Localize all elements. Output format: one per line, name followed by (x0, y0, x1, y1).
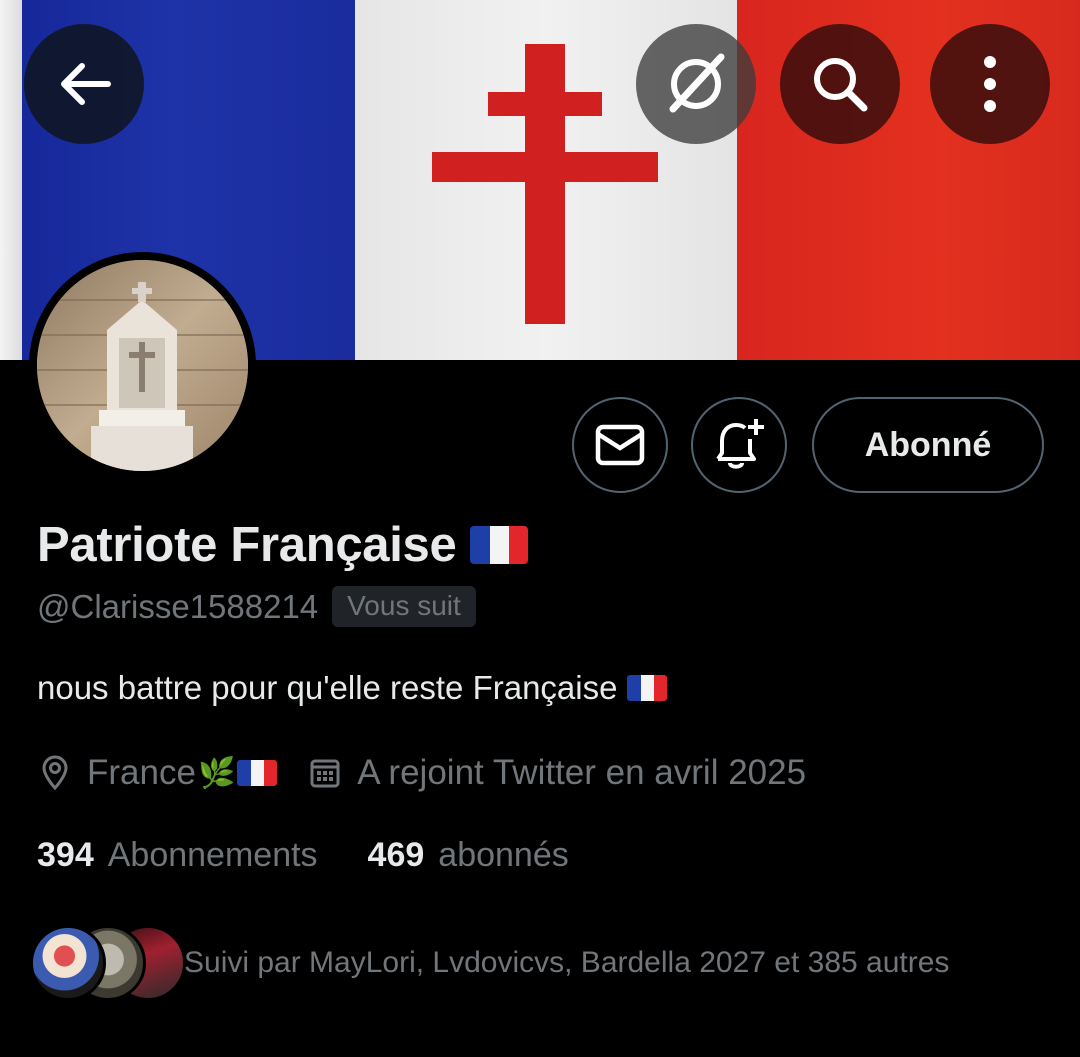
avatar-image (37, 260, 248, 471)
following-label: Abonnements (107, 836, 318, 874)
bell-plus-icon (716, 419, 764, 469)
grok-button[interactable] (636, 24, 756, 144)
following-count: 394 (37, 836, 94, 874)
display-name: Patriote Française (37, 518, 457, 572)
bio-text: nous battre pour qu'elle reste Française (37, 669, 618, 706)
handle-row: @Clarisse1588214 Vous suit (37, 586, 476, 627)
profile-avatar[interactable] (29, 252, 256, 479)
search-icon (814, 58, 868, 112)
followers-label: abonnés (438, 836, 569, 874)
joined-text: A rejoint Twitter en avril 2025 (357, 753, 807, 792)
lorraine-cross-vertical (525, 44, 565, 324)
message-button[interactable] (572, 397, 668, 493)
location-pin-icon (37, 752, 73, 794)
joined-item: A rejoint Twitter en avril 2025 (307, 752, 806, 794)
followers-count: 469 (367, 836, 425, 874)
followers-stat[interactable]: 469 abonnés (368, 836, 569, 875)
leaf-emoji: 🌿 (197, 756, 236, 790)
user-handle: @Clarisse1588214 (37, 587, 319, 625)
back-button[interactable] (24, 24, 144, 144)
follows-you-badge: Vous suit (332, 586, 476, 627)
french-flag-emoji (470, 526, 529, 564)
banner-edge (0, 0, 22, 360)
profile-bio: nous battre pour qu'elle reste Française (37, 669, 668, 707)
following-stat[interactable]: 394 Abonnements (37, 836, 318, 875)
follow-stats: 394 Abonnements 469 abonnés (37, 836, 569, 875)
lorraine-cross-bottom-bar (432, 152, 658, 182)
followed-by-avatars (30, 925, 186, 1001)
location-item: France 🌿 (37, 752, 278, 794)
name-row: Patriote Française (37, 517, 529, 573)
arrow-left-icon (61, 63, 111, 105)
search-button[interactable] (780, 24, 900, 144)
following-button[interactable]: Abonné (812, 397, 1044, 493)
grok-icon (669, 53, 725, 113)
french-flag-emoji (627, 675, 668, 701)
avatar (30, 925, 106, 1001)
french-flag-emoji (237, 760, 278, 786)
location-text: France (87, 753, 196, 792)
lorraine-cross-top-bar (488, 92, 602, 116)
more-vertical-icon (984, 56, 996, 112)
followed-by-text: Suivi par MayLori, Lvdovicvs, Bardella 2… (184, 946, 950, 979)
more-options-button[interactable] (930, 24, 1050, 144)
mail-icon (595, 424, 645, 466)
profile-meta: France 🌿 A rejoint Twitter en avril 2025 (37, 752, 806, 794)
notifications-button[interactable] (691, 397, 787, 493)
followed-by-row[interactable]: Suivi par MayLori, Lvdovicvs, Bardella 2… (30, 925, 949, 1001)
calendar-icon (307, 752, 343, 794)
